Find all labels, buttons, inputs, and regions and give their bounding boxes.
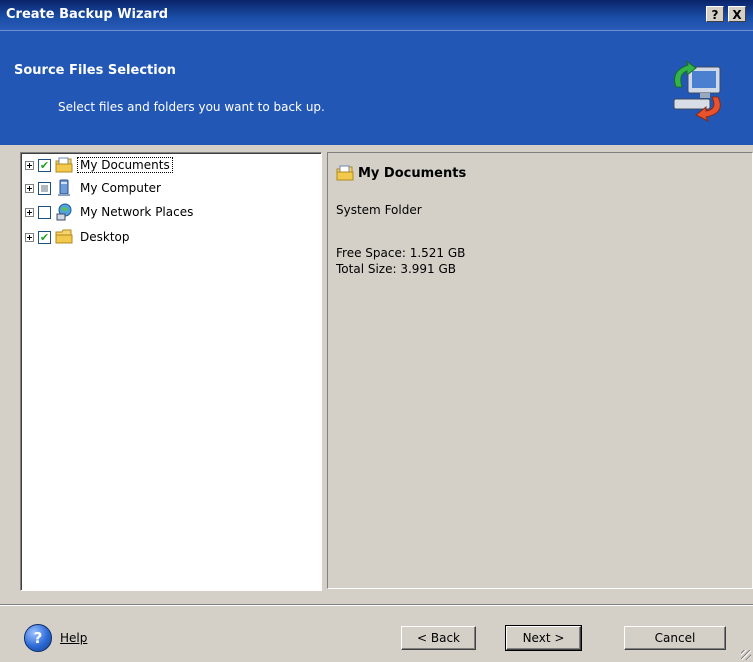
desktop-folder-icon [55, 228, 73, 246]
expand-icon[interactable] [25, 232, 34, 242]
close-button[interactable]: X [728, 6, 746, 22]
page-title: Source Files Selection [14, 63, 176, 78]
network-places-icon [55, 203, 73, 221]
window-title: Create Backup Wizard [6, 7, 169, 22]
source-tree[interactable]: ✔ My Documents My Computer My Network Pl… [20, 152, 322, 591]
cancel-button[interactable]: Cancel [624, 626, 726, 650]
footer-divider [0, 604, 753, 606]
title-bar: Create Backup Wizard ? X [0, 0, 753, 30]
details-total-size: Total Size: 3.991 GB [336, 262, 457, 276]
checkbox-my-documents[interactable]: ✔ [38, 158, 51, 172]
checkbox-my-network-places[interactable] [38, 205, 51, 219]
tree-item-label: Desktop [80, 230, 130, 244]
tree-item-my-computer[interactable]: My Computer [25, 178, 163, 198]
checkbox-desktop[interactable]: ✔ [38, 230, 51, 244]
computer-icon [55, 179, 73, 197]
next-button[interactable]: Next > [505, 625, 582, 651]
help-link[interactable]: ? Help [24, 624, 87, 652]
tree-item-my-documents[interactable]: ✔ My Documents [25, 155, 173, 175]
help-label: Help [60, 631, 88, 645]
page-subtitle: Select files and folders you want to bac… [58, 100, 325, 114]
resize-grip[interactable] [741, 650, 751, 660]
expand-icon[interactable] [25, 207, 34, 217]
tree-item-label: My Computer [80, 181, 161, 195]
checkbox-my-computer[interactable] [38, 181, 51, 195]
backup-computer-icon [666, 57, 728, 126]
details-title-text: My Documents [358, 165, 467, 181]
documents-folder-icon [55, 156, 73, 174]
wizard-header: Source Files Selection Select files and … [0, 30, 753, 145]
expand-icon[interactable] [25, 183, 34, 193]
help-title-button[interactable]: ? [706, 6, 724, 22]
tree-item-label: My Documents [77, 157, 173, 173]
tree-item-desktop[interactable]: ✔ Desktop [25, 227, 132, 247]
help-icon: ? [24, 624, 52, 652]
details-title: My Documents [336, 165, 466, 181]
details-panel: My Documents System Folder Free Space: 1… [327, 152, 753, 589]
details-free-space: Free Space: 1.521 GB [336, 246, 466, 260]
tree-item-label: My Network Places [80, 205, 194, 219]
back-button[interactable]: < Back [401, 626, 476, 650]
tree-item-my-network-places[interactable]: My Network Places [25, 202, 195, 222]
details-type: System Folder [336, 203, 422, 217]
documents-folder-icon [336, 165, 354, 181]
expand-icon[interactable] [25, 160, 34, 170]
